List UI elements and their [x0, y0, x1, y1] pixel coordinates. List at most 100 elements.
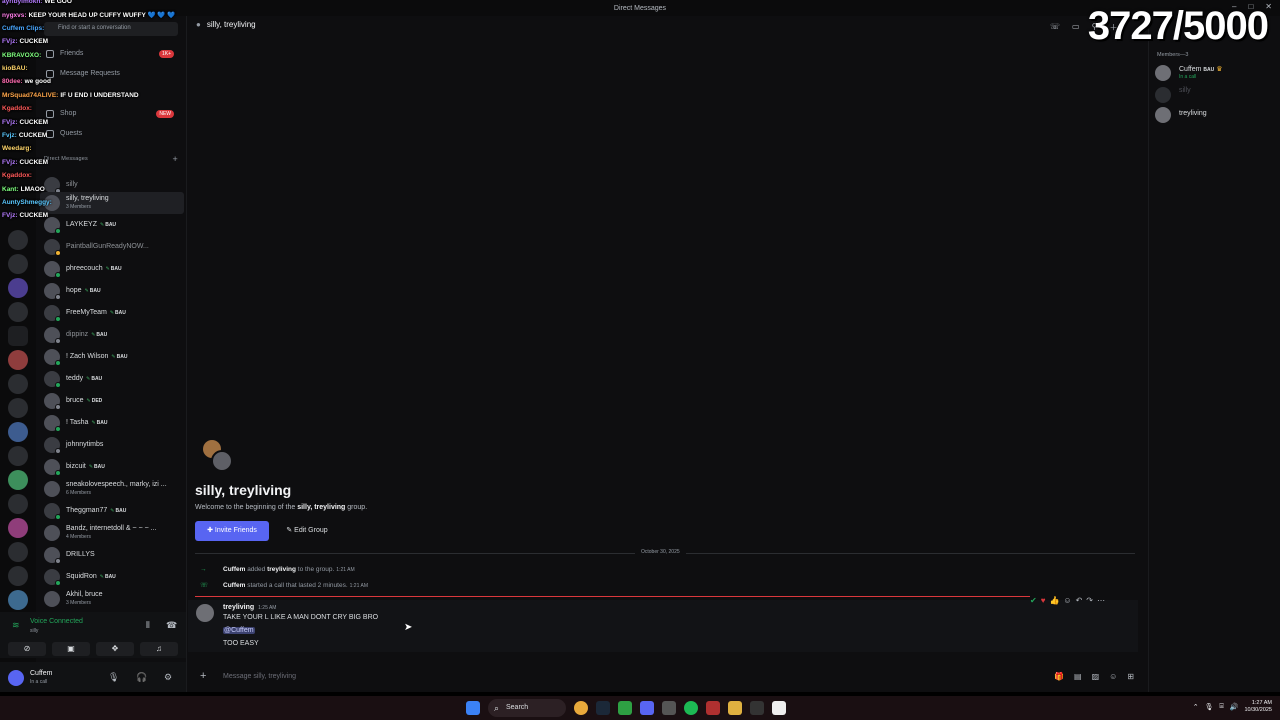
server-icon[interactable]: [8, 374, 28, 394]
mic-tray-icon[interactable]: 🎙: [1205, 703, 1214, 711]
dm-item[interactable]: teddyBAU: [40, 368, 184, 390]
dm-item[interactable]: bizcuitBAU: [40, 456, 184, 478]
server-icon[interactable]: [8, 302, 28, 322]
server-icon[interactable]: [8, 422, 28, 442]
server-icon[interactable]: [8, 494, 28, 514]
mention[interactable]: @Cuffem: [223, 627, 255, 634]
server-icon[interactable]: [8, 254, 28, 274]
settings-gear-icon[interactable]: ⚙: [164, 672, 172, 683]
server-icon[interactable]: [8, 350, 28, 370]
dm-item[interactable]: sneakolovespeech., marky, izi ... 6 Membe…: [40, 478, 184, 500]
forward-icon[interactable]: ↷: [1086, 596, 1093, 605]
dm-item[interactable]: SquidRonBAU: [40, 566, 184, 588]
noise-suppression-icon[interactable]: ⫴: [146, 620, 150, 631]
spotify-icon[interactable]: [684, 701, 698, 715]
clock[interactable]: 1:27 AM 10/30/2025: [1244, 700, 1272, 714]
dm-item[interactable]: phreecouchBAU: [40, 258, 184, 280]
server-icon[interactable]: [8, 278, 28, 298]
dm-item[interactable]: ! Zach WilsonBAU: [40, 346, 184, 368]
message[interactable]: treyliving 1:25 AM TAKE YOUR L LIKE A MAN…: [188, 600, 1138, 652]
dm-item[interactable]: Akhil, bruce 3 Members: [40, 588, 184, 610]
sys-actor[interactable]: Cuffem: [223, 566, 245, 573]
dm-item[interactable]: LAYKEYZBAU: [40, 214, 184, 236]
nav-message-requests[interactable]: Message Requests: [44, 66, 178, 82]
server-icon[interactable]: [8, 542, 28, 562]
sys-actor[interactable]: Cuffem: [223, 582, 245, 589]
mic-icon[interactable]: 🎙: [108, 672, 119, 683]
chevron-up-icon[interactable]: ⌃: [1193, 703, 1199, 711]
more-icon[interactable]: ⋯: [1097, 596, 1105, 605]
message-composer[interactable]: + Message silly, treyliving 🎁 ▤ ▨ ☺ ⊞: [195, 668, 1140, 688]
heart-reaction-icon[interactable]: ♥: [1041, 596, 1046, 605]
server-icon[interactable]: [8, 470, 28, 490]
network-icon[interactable]: ⌸: [1220, 703, 1224, 711]
soundboard-button[interactable]: ♫: [140, 642, 178, 656]
app-icon[interactable]: [618, 701, 632, 715]
taskbar-search[interactable]: Search: [488, 699, 566, 717]
server-icon[interactable]: [8, 590, 28, 610]
avatar[interactable]: [8, 670, 24, 686]
start-icon[interactable]: [466, 701, 480, 715]
nav-quests[interactable]: Quests: [44, 126, 178, 142]
nav-friends[interactable]: Friends 1K+: [44, 46, 178, 62]
terminal-icon[interactable]: [750, 701, 764, 715]
call-icon[interactable]: ☏: [1050, 22, 1060, 33]
member-item[interactable]: treyliving: [1155, 106, 1275, 124]
attach-plus-icon[interactable]: +: [200, 670, 206, 682]
reply-icon[interactable]: ↶: [1076, 596, 1083, 605]
camera-off-button[interactable]: ⊘: [8, 642, 46, 656]
add-reaction-icon[interactable]: ☺: [1063, 596, 1071, 605]
discord-icon[interactable]: [640, 701, 654, 715]
app-icon[interactable]: [662, 701, 676, 715]
headphones-icon[interactable]: 🎧: [136, 672, 147, 683]
screen-share-button[interactable]: ▣: [52, 642, 90, 656]
invite-friends-button[interactable]: ✚ Invite Friends: [195, 521, 269, 541]
dm-item[interactable]: Theggman77BAU: [40, 500, 184, 522]
dm-item[interactable]: silly, treyliving 3 Members: [40, 192, 184, 214]
dm-item[interactable]: FreeMyTeamBAU: [40, 302, 184, 324]
server-icon[interactable]: [8, 518, 28, 538]
dm-item[interactable]: bruceDED: [40, 390, 184, 412]
dm-item[interactable]: ! TashaBAU: [40, 412, 184, 434]
author-name[interactable]: treyliving: [223, 604, 254, 611]
sys-target[interactable]: treyliving: [267, 566, 296, 573]
volume-icon[interactable]: 🔊: [1230, 703, 1239, 711]
dm-item[interactable]: dippinzBAU: [40, 324, 184, 346]
server-icon[interactable]: [8, 566, 28, 586]
avatar[interactable]: [196, 604, 214, 622]
voice-channel[interactable]: silly: [30, 628, 38, 634]
server-icon[interactable]: [8, 230, 28, 250]
server-icon[interactable]: [8, 326, 28, 346]
message-author[interactable]: treyliving 1:25 AM: [223, 604, 276, 611]
app-icon[interactable]: [706, 701, 720, 715]
edit-group-button[interactable]: ✎ Edit Group: [277, 521, 337, 541]
dm-item[interactable]: johnnytimbs: [40, 434, 184, 456]
folder-icon[interactable]: [728, 701, 742, 715]
activities-button[interactable]: ✥: [96, 642, 134, 656]
app-icon[interactable]: [772, 701, 786, 715]
signal-icon[interactable]: ≋: [12, 620, 20, 631]
video-icon[interactable]: ▭: [1072, 22, 1080, 33]
sticker-icon[interactable]: ▨: [1092, 672, 1100, 681]
emoji-icon[interactable]: ☺: [1109, 672, 1117, 681]
disconnect-icon[interactable]: ☎: [166, 620, 177, 631]
chrome-icon[interactable]: [574, 701, 588, 715]
member-item[interactable]: Cuffem BAU ♛ In a call: [1155, 64, 1275, 82]
nav-shop[interactable]: Shop NEW: [44, 106, 178, 122]
member-item[interactable]: silly: [1155, 86, 1275, 104]
steam-icon[interactable]: [596, 701, 610, 715]
dm-item[interactable]: PaintballGunReadyNOW...: [40, 236, 184, 258]
dm-item[interactable]: DRILLYS: [40, 544, 184, 566]
apps-icon[interactable]: ⊞: [1127, 672, 1134, 681]
gift-icon[interactable]: 🎁: [1054, 672, 1064, 681]
thumbs-up-icon[interactable]: 👍: [1049, 596, 1059, 605]
dm-item[interactable]: hopeBAU: [40, 280, 184, 302]
dm-item[interactable]: Bandz, internetdoll & ~ ~ ~ ... 4 Members: [40, 522, 184, 544]
search-input[interactable]: Find or start a conversation: [44, 22, 178, 36]
server-icon[interactable]: [8, 446, 28, 466]
create-dm-icon[interactable]: +: [173, 154, 178, 164]
gif-icon[interactable]: ▤: [1074, 672, 1082, 681]
check-reaction-icon[interactable]: ✔: [1030, 596, 1037, 605]
message-input[interactable]: Message silly, treyliving: [223, 673, 296, 680]
server-icon[interactable]: [8, 398, 28, 418]
